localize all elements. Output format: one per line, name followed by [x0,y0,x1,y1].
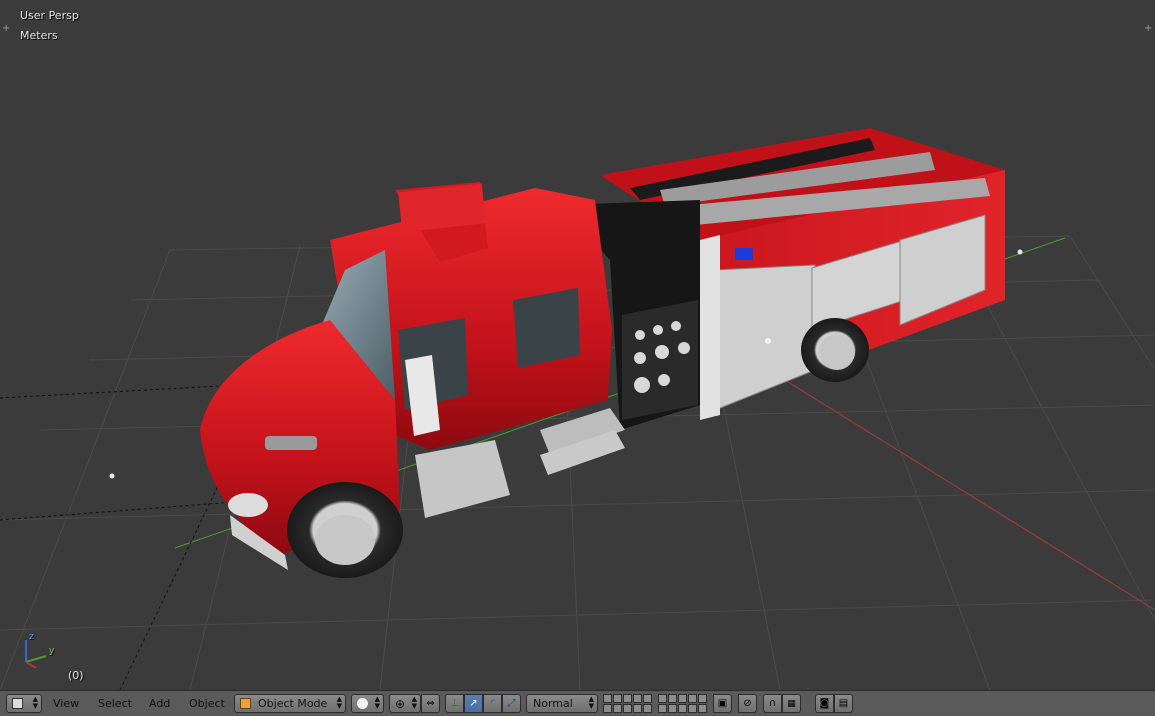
mode-label: Object Mode [258,697,328,710]
menu-view[interactable]: View [53,697,79,710]
proportional-edit-icon[interactable]: ⊘ [738,694,757,713]
viewport-header: ▲ ▼ View Select Add Object Object Mode ▲ ▼… [0,690,1155,716]
render-group: ◙ ▤ [815,694,853,713]
empty-point [1017,249,1023,255]
dropdown-arrows-icon: ▲ ▼ [336,695,342,710]
menu-select[interactable]: Select [98,697,132,710]
units-label: Meters [20,29,58,42]
dropdown-arrows-icon: ▲ ▼ [411,695,417,710]
layer-lock-group: ▣ [713,694,732,713]
3d-viewport[interactable]: User Persp Meters (0) z y + + [0,0,1155,690]
rotate-icon[interactable]: ◜ [483,694,502,713]
corner-plus-icon[interactable]: + [1144,24,1152,34]
magnet-icon[interactable]: ∩ [763,694,782,713]
menu-object[interactable]: Object [189,697,225,710]
scale-icon[interactable]: ⤢ [502,694,521,713]
axis-gizmo [25,640,47,669]
dropdown-arrows-icon: ▲ ▼ [374,695,380,710]
manipulate-center-icon[interactable]: ⇔ [421,694,440,713]
fire-truck-model [200,128,1005,578]
layers-group-1[interactable] [603,694,652,713]
cube-icon [240,698,251,709]
pivot-point-icon: ⊕ [395,697,406,711]
y-axis-label: y [49,646,55,656]
solid-sphere-icon [357,698,368,709]
scene-canvas[interactable] [0,0,1155,690]
translate-icon[interactable]: ↗ [464,694,483,713]
manipulator-toggle-icon[interactable]: ⊥ [445,694,464,713]
frame-label: (0) [68,669,84,682]
layer-lock-icon[interactable]: ▣ [713,694,732,713]
z-axis-label: z [29,632,34,642]
snap-element-icon[interactable]: ▦ [782,694,801,713]
3d-view-icon [12,698,23,709]
transform-manipulator-group: ⊥ ↗ ◜ ⤢ [445,694,521,713]
view-name-label: User Persp [20,9,79,22]
snap-group: ⇔ [421,694,440,713]
mode-select[interactable]: Object Mode ▲ ▼ [234,694,346,713]
dropdown-arrows-icon: ▲ ▼ [588,695,594,710]
editor-type-button[interactable]: ▲ ▼ [6,694,42,713]
lamp-point [109,473,115,479]
orientation-label: Normal [533,697,573,710]
layers-group-2[interactable] [658,694,707,713]
snap-toggle-group: ∩ ▦ [763,694,801,713]
render-animation-icon[interactable]: ▤ [834,694,853,713]
proportional-edit-group: ⊘ [738,694,757,713]
pivot-point-select[interactable]: ⊕ ▲ ▼ [389,694,421,713]
corner-plus-icon[interactable]: + [2,24,10,34]
viewport-shading-select[interactable]: ▲ ▼ [351,694,384,713]
transform-orientation-select[interactable]: Normal ▲ ▼ [526,694,598,713]
menu-add[interactable]: Add [149,697,170,710]
render-still-icon[interactable]: ◙ [815,694,834,713]
dropdown-arrows-icon: ▲ ▼ [32,695,38,710]
